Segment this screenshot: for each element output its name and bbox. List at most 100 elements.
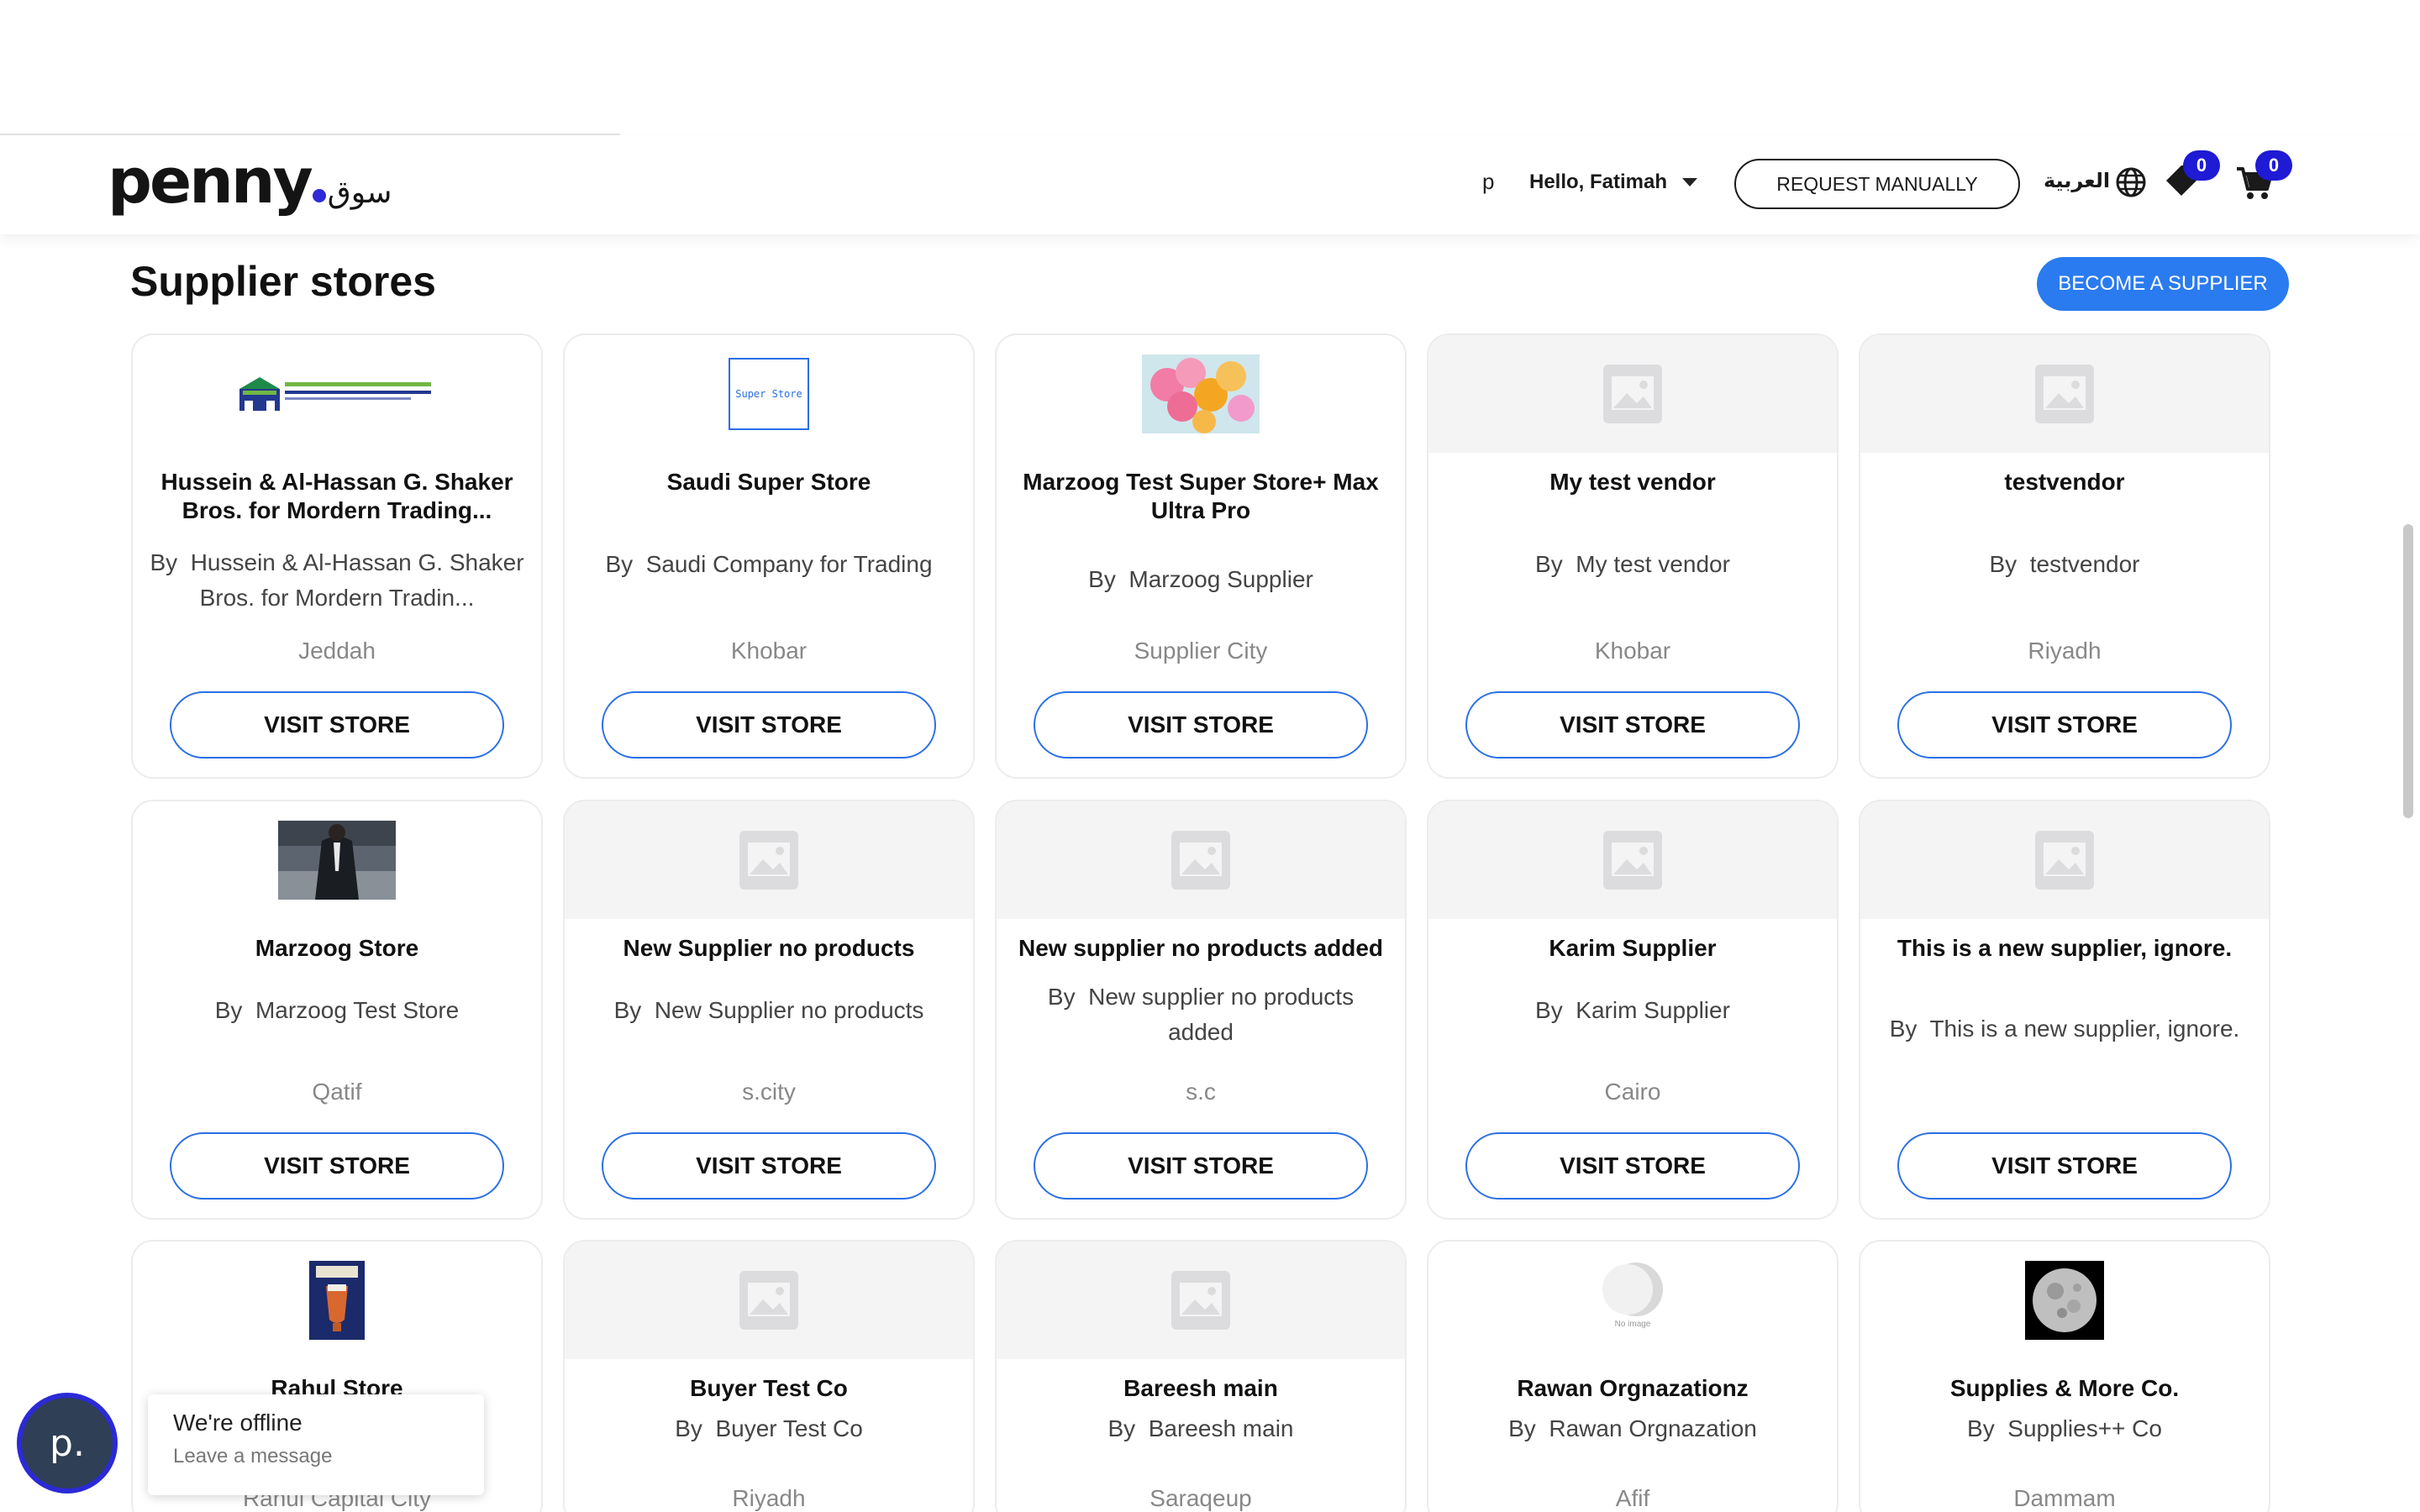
chat-avatar-letter: p. [50, 1421, 85, 1465]
image-placeholder-icon [1603, 365, 1662, 423]
store-city: Qatif [312, 1079, 362, 1105]
owner-name: Hussein & Al-Hassan G. Shaker Bros. for … [190, 549, 524, 611]
store-name: Karim Supplier [1549, 935, 1717, 961]
suit-photo-icon [278, 821, 396, 900]
page-scrollbar-thumb[interactable] [2403, 524, 2413, 818]
image-placeholder-icon [1171, 1271, 1230, 1330]
owner-name: Supplies++ Co [2007, 1415, 2162, 1441]
by-label: By [1889, 1016, 1918, 1042]
site-logo[interactable]: penny سوق [108, 150, 392, 213]
store-owner: By My test vendor [1445, 547, 1820, 582]
by-label: By [150, 549, 178, 575]
language-switch[interactable]: العربية [2044, 169, 2110, 192]
store-name: Hussein & Al-Hassan G. Shaker Bros. for … [160, 469, 513, 523]
top-strip [0, 0, 2420, 135]
by-label: By [1535, 551, 1563, 577]
store-name: Rawan Orgnazationz [1517, 1375, 1749, 1401]
no-image-logo: No image [1599, 1261, 1666, 1340]
cart-count-badge: 0 [2255, 150, 2292, 181]
store-thumbnail [133, 801, 541, 919]
visit-store-button[interactable]: VISIT STORE [170, 1132, 504, 1200]
visit-store-button[interactable]: VISIT STORE [170, 691, 504, 759]
request-manually-button[interactable]: REQUEST MANUALLY [1734, 159, 2020, 209]
store-name: Supplies & More Co. [1949, 1375, 2180, 1401]
store-name: Marzoog Test Super Store+ Max Ultra Pro [1023, 469, 1379, 523]
image-placeholder-icon [2035, 831, 2094, 890]
store-card: Marzoog Test Super Store+ Max Ultra Pro … [995, 333, 1407, 779]
owner-name: testvendor [2029, 551, 2140, 577]
chat-offline-popup[interactable]: We're offline Leave a message [148, 1394, 484, 1495]
store-owner: By Saudi Company for Trading [581, 547, 956, 582]
by-label: By [613, 997, 642, 1023]
store-thumbnail [1428, 335, 1837, 453]
store-city: Riyadh [732, 1485, 806, 1511]
store-card: Marzoog Store By Marzoog Test Store Qati… [131, 800, 543, 1220]
super-store-logo: Super Store [729, 358, 809, 430]
store-card: Supplies & More Co. By Supplies++ Co Dam… [1859, 1240, 2270, 1512]
visit-store-button[interactable]: VISIT STORE [1897, 1132, 2232, 1200]
visit-store-button[interactable]: VISIT STORE [1897, 691, 2232, 759]
visit-store-button[interactable]: VISIT STORE [602, 1132, 936, 1200]
store-owner: By Rawan Orgnazation [1445, 1411, 1820, 1446]
store-thumbnail [565, 801, 973, 919]
crescent-icon [1602, 1263, 1663, 1316]
store-thumbnail: No image [1428, 1242, 1837, 1359]
shaker-logo-icon [239, 377, 431, 411]
store-card: My test vendor By My test vendor Khobar … [1427, 333, 1839, 779]
visit-store-button[interactable]: VISIT STORE [1465, 1132, 1800, 1200]
visit-store-button[interactable]: VISIT STORE [602, 691, 936, 759]
store-city: Cairo [1604, 1079, 1661, 1105]
no-image-label: No image [1614, 1320, 1651, 1329]
store-city: Supplier City [1134, 638, 1268, 664]
logo-text: penny [108, 145, 313, 218]
leave-message-link[interactable]: Leave a message [173, 1445, 459, 1468]
store-owner: By New Supplier no products [581, 993, 956, 1028]
store-city: Afif [1615, 1485, 1650, 1511]
store-name: Saudi Super Store [666, 469, 871, 495]
owner-name: This is a new supplier, ignore. [1929, 1016, 2240, 1042]
image-placeholder-icon [739, 831, 798, 890]
store-name: This is a new supplier, ignore. [1897, 935, 2233, 961]
account-menu[interactable]: Hello, Fatimah [1529, 171, 1698, 194]
greeting-text: Hello, Fatimah [1529, 171, 1668, 193]
store-owner: By Karim Supplier [1445, 993, 1820, 1028]
store-card: New Supplier no products By New Supplier… [563, 800, 975, 1220]
store-thumbnail [997, 335, 1405, 453]
by-label: By [1535, 997, 1563, 1023]
image-placeholder-icon [2035, 365, 2094, 423]
by-label: By [1088, 566, 1116, 592]
store-name: testvendor [2004, 469, 2125, 495]
by-label: By [1989, 551, 2018, 577]
store-card: Buyer Test Co By Buyer Test Co Riyadh [563, 1240, 975, 1512]
page-title: Supplier stores [130, 258, 436, 305]
store-name: Bareesh main [1123, 1375, 1278, 1401]
globe-icon[interactable] [2114, 165, 2148, 199]
store-thumbnail: Super Store [565, 335, 973, 453]
store-card: Bareesh main By Bareesh main Saraqeup [995, 1240, 1407, 1512]
by-label: By [214, 997, 243, 1023]
visit-store-button[interactable]: VISIT STORE [1465, 691, 1800, 759]
store-city: Saraqeup [1150, 1485, 1252, 1511]
store-city: s.c [1186, 1079, 1216, 1105]
store-owner: By Marzoog Test Store [150, 993, 524, 1028]
owner-name: Karim Supplier [1576, 997, 1730, 1023]
balloons-photo-icon [1142, 354, 1260, 433]
store-name: Buyer Test Co [690, 1375, 848, 1401]
store-owner: By Hussein & Al-Hassan G. Shaker Bros. f… [150, 545, 524, 616]
chat-launcher-button[interactable]: p. [17, 1393, 118, 1494]
visit-store-button[interactable]: VISIT STORE [1034, 691, 1368, 759]
store-thumbnail [1860, 335, 2269, 453]
visit-store-button[interactable]: VISIT STORE [1034, 1132, 1368, 1200]
by-label: By [1967, 1415, 1995, 1441]
owner-name: My test vendor [1576, 551, 1730, 577]
store-card: Hussein & Al-Hassan G. Shaker Bros. for … [131, 333, 543, 779]
chat-status: We're offline [173, 1410, 302, 1436]
store-card: Karim Supplier By Karim Supplier Cairo V… [1427, 800, 1839, 1220]
store-city: Jeddah [298, 638, 376, 664]
owner-name: Bareesh main [1148, 1415, 1294, 1441]
store-thumbnail [133, 335, 541, 453]
by-label: By [605, 551, 634, 577]
become-supplier-button[interactable]: BECOME A SUPPLIER [2037, 257, 2289, 311]
user-initial: p [1482, 169, 1495, 194]
store-city: Riyadh [2028, 638, 2102, 664]
